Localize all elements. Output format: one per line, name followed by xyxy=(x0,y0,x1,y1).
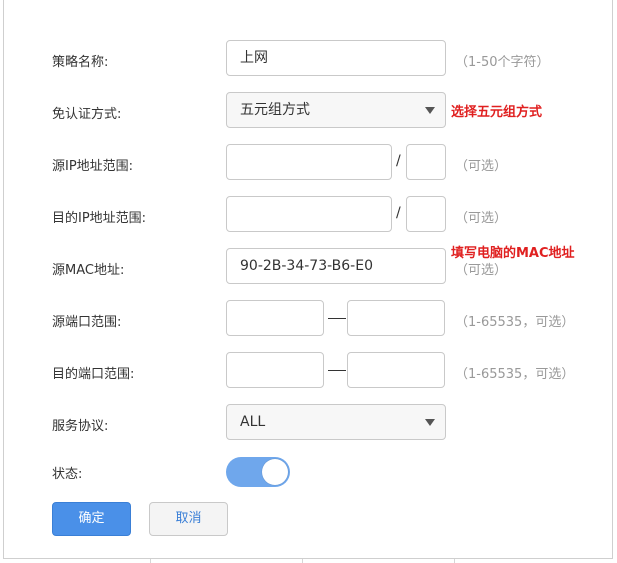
range-dash xyxy=(328,318,346,319)
dst-port-hint: （1-65535，可选） xyxy=(455,367,575,382)
status-label: 状态: xyxy=(52,467,83,482)
policy-name-label: 策略名称: xyxy=(52,55,109,70)
divider-tick xyxy=(302,559,303,563)
src-ip-input[interactable] xyxy=(226,144,392,180)
src-ip-separator: / xyxy=(396,153,401,169)
dst-port-start-input[interactable] xyxy=(226,352,324,388)
src-port-end-input[interactable] xyxy=(347,300,445,336)
dst-ip-separator: / xyxy=(396,205,401,221)
src-ip-label: 源IP地址范围: xyxy=(52,159,134,174)
dst-ip-hint: （可选） xyxy=(455,211,508,226)
auth-method-select[interactable]: 五元组方式 xyxy=(226,92,446,128)
dst-port-label: 目的端口范围: xyxy=(52,367,135,382)
auth-method-value: 五元组方式 xyxy=(240,102,310,118)
dst-ip-input[interactable] xyxy=(226,196,392,232)
policy-name-hint: （1-50个字符） xyxy=(455,55,550,70)
src-ip-hint: （可选） xyxy=(455,159,508,174)
src-ip-mask-input[interactable] xyxy=(406,144,446,180)
divider-tick xyxy=(150,559,151,563)
auth-method-label: 免认证方式: xyxy=(52,107,122,122)
src-mac-label: 源MAC地址: xyxy=(52,263,125,278)
dst-port-end-input[interactable] xyxy=(347,352,445,388)
protocol-select[interactable]: ALL xyxy=(226,404,446,440)
auth-method-annotation: 选择五元组方式 xyxy=(451,105,543,120)
protocol-label: 服务协议: xyxy=(52,419,109,434)
chevron-down-icon xyxy=(425,419,435,426)
dst-ip-label: 目的IP地址范围: xyxy=(52,211,147,226)
chevron-down-icon xyxy=(425,107,435,114)
range-dash xyxy=(328,370,346,371)
toggle-knob xyxy=(262,459,288,485)
policy-name-input[interactable]: 上网 xyxy=(226,40,446,76)
protocol-value: ALL xyxy=(240,414,266,430)
src-port-hint: （1-65535，可选） xyxy=(455,315,575,330)
src-mac-hint: （可选） xyxy=(455,263,508,278)
confirm-button[interactable]: 确定 xyxy=(52,502,131,536)
status-toggle[interactable] xyxy=(226,457,290,487)
src-port-label: 源端口范围: xyxy=(52,315,122,330)
src-port-start-input[interactable] xyxy=(226,300,324,336)
cancel-button[interactable]: 取消 xyxy=(149,502,228,536)
dst-ip-mask-input[interactable] xyxy=(406,196,446,232)
src-mac-input[interactable]: 90-2B-34-73-B6-E0 xyxy=(226,248,446,284)
divider-tick xyxy=(454,559,455,563)
